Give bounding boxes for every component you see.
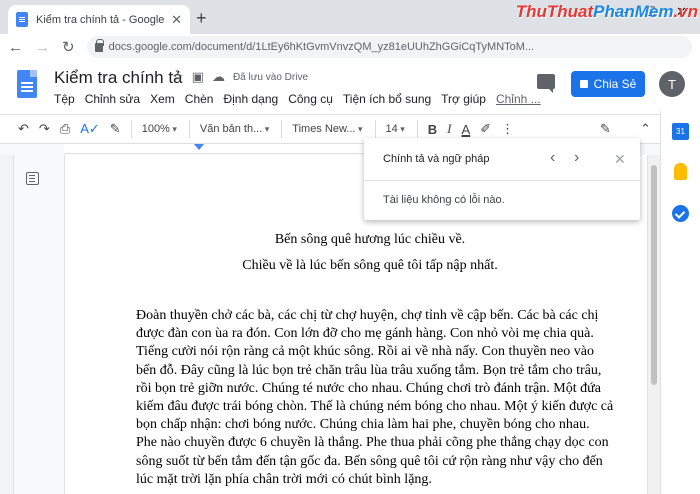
- comment-history-icon[interactable]: [537, 74, 555, 93]
- menu-view[interactable]: Xem: [150, 92, 175, 106]
- share-label: Chia Sẻ: [593, 77, 637, 91]
- document-title[interactable]: Kiểm tra chính tả: [54, 68, 183, 88]
- cloud-saved-icon: ☁: [211, 69, 225, 84]
- menu-tools[interactable]: Công cụ: [288, 92, 333, 106]
- forward-icon[interactable]: →: [35, 39, 50, 56]
- last-edit-link[interactable]: Chỉnh ...: [496, 92, 541, 106]
- style-select[interactable]: Văn bản th...: [200, 123, 269, 135]
- editing-mode-icon[interactable]: ✎: [600, 121, 611, 137]
- star-icon[interactable]: ☆: [172, 69, 184, 85]
- undo-icon[interactable]: ↶: [18, 121, 29, 137]
- panel-divider: [364, 180, 640, 181]
- document-heading-1[interactable]: Bến sông quê hương lúc chiều về.: [64, 232, 676, 248]
- side-panel: 31: [660, 111, 700, 494]
- print-icon[interactable]: ⎙: [60, 121, 70, 137]
- docs-logo-icon[interactable]: [17, 70, 37, 98]
- redo-icon[interactable]: ↷: [39, 121, 50, 137]
- document-paragraph[interactable]: Đoàn thuyền chở các bà, các chị từ chợ h…: [136, 307, 614, 489]
- tab-title: Kiểm tra chính tả - Google Tài liệu: [36, 13, 167, 26]
- lock-icon: [94, 38, 104, 52]
- text-color-button[interactable]: A: [462, 122, 471, 137]
- vertical-scrollbar[interactable]: [648, 155, 660, 494]
- tab-close-icon[interactable]: ✕: [171, 12, 182, 28]
- address-bar: ← → ↻ docs.google.com/document/d/1LtEy6h…: [0, 2, 700, 60]
- document-heading-2[interactable]: Chiều về là lúc bến sông quê tôi tấp nập…: [64, 258, 676, 274]
- document-outline-icon[interactable]: [26, 172, 39, 185]
- font-size-select[interactable]: 14: [386, 123, 405, 135]
- menu-addons[interactable]: Tiện ích bổ sung: [343, 92, 431, 106]
- highlight-icon[interactable]: ✐: [480, 121, 491, 137]
- previous-suggestion-icon[interactable]: ‹: [550, 149, 555, 167]
- grammar-panel-title: Chính tả và ngữ pháp: [383, 153, 490, 165]
- spelling-grammar-panel: Chính tả và ngữ pháp ‹ › ✕ Tài liệu khôn…: [364, 138, 640, 220]
- menu-bar: Tệp Chỉnh sửa Xem Chèn Định dạng Công cụ…: [54, 92, 541, 106]
- title-actions: ☆ ▣ ☁ Đã lưu vào Drive: [172, 69, 308, 85]
- toolbar-divider: [374, 120, 376, 138]
- italic-button[interactable]: I: [447, 121, 451, 137]
- move-folder-icon[interactable]: ▣: [192, 69, 204, 85]
- collapse-menu-icon[interactable]: ⌃: [640, 121, 651, 137]
- zoom-select[interactable]: 100%: [142, 123, 177, 135]
- reload-icon[interactable]: ↻: [62, 38, 75, 56]
- share-button[interactable]: Chia Sẻ: [571, 71, 645, 97]
- close-panel-icon[interactable]: ✕: [614, 151, 626, 168]
- toolbar-divider: [281, 120, 283, 138]
- toolbar-divider: [416, 120, 418, 138]
- vertical-ruler: [0, 155, 14, 494]
- menu-file[interactable]: Tệp: [54, 92, 75, 106]
- toolbar-divider: [188, 120, 190, 138]
- saved-status: Đã lưu vào Drive: [232, 71, 309, 83]
- docs-header: Kiểm tra chính tả ☆ ▣ ☁ Đã lưu vào Drive…: [0, 60, 700, 114]
- url-field[interactable]: docs.google.com/document/d/1LtEy6hKtGvmV…: [86, 36, 692, 58]
- keep-icon[interactable]: [674, 163, 687, 180]
- menu-format[interactable]: Định dạng: [223, 92, 278, 106]
- indent-marker-icon[interactable]: [194, 144, 204, 150]
- bold-button[interactable]: B: [428, 122, 437, 137]
- tasks-icon[interactable]: [672, 205, 689, 222]
- more-options-icon[interactable]: ⋮: [501, 121, 514, 137]
- share-lock-icon: [579, 80, 588, 88]
- menu-help[interactable]: Trợ giúp: [441, 92, 486, 106]
- new-tab-button[interactable]: +: [196, 8, 207, 29]
- calendar-icon[interactable]: 31: [672, 123, 689, 140]
- url-text: docs.google.com/document/d/1LtEy6hKtGvmV…: [108, 41, 535, 53]
- avatar[interactable]: T: [659, 71, 685, 97]
- next-suggestion-icon[interactable]: ›: [574, 149, 579, 167]
- spellcheck-icon[interactable]: A✓: [80, 121, 100, 137]
- font-select[interactable]: Times New...: [292, 123, 362, 135]
- toolbar-divider: [130, 120, 132, 138]
- scrollbar-thumb[interactable]: [651, 165, 657, 385]
- back-icon[interactable]: ←: [8, 39, 23, 56]
- docs-favicon-icon: [16, 12, 28, 27]
- watermark-logo: ThuThuatPhanMem.vn: [515, 2, 698, 21]
- browser-tab[interactable]: Kiểm tra chính tả - Google Tài liệu ✕: [8, 5, 190, 34]
- paint-format-icon[interactable]: ✎: [110, 121, 121, 137]
- menu-edit[interactable]: Chỉnh sửa: [85, 92, 140, 106]
- menu-insert[interactable]: Chèn: [185, 92, 214, 106]
- grammar-result-message: Tài liệu không có lỗi nào.: [383, 194, 505, 206]
